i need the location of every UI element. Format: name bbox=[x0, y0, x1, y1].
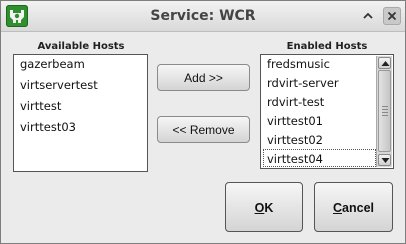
scroll-up-button[interactable] bbox=[378, 57, 391, 69]
chevron-up-icon bbox=[363, 12, 373, 19]
grip-line bbox=[382, 109, 388, 110]
window-title: Service: WCR bbox=[150, 8, 256, 24]
ok-button[interactable]: OK bbox=[225, 182, 303, 232]
grip-line bbox=[382, 115, 388, 116]
close-icon bbox=[387, 11, 397, 21]
list-item[interactable]: virtservertest bbox=[20, 76, 98, 94]
close-button[interactable] bbox=[383, 7, 401, 25]
grip-line bbox=[382, 106, 388, 107]
list-item-selected[interactable]: virttest04 bbox=[263, 149, 376, 167]
cancel-mnemonic: C bbox=[333, 201, 343, 215]
remove-button[interactable]: << Remove bbox=[157, 116, 250, 143]
available-hosts-list[interactable]: gazerbeam virtservertest virttest virtte… bbox=[13, 54, 148, 172]
title-bar[interactable]: Service: WCR bbox=[1, 1, 405, 32]
list-item[interactable]: rdvirt-server bbox=[267, 74, 339, 92]
cancel-label-rest: ancel bbox=[342, 201, 374, 215]
service-dialog: Service: WCR Available Hosts Enabled Hos… bbox=[0, 0, 406, 244]
enabled-hosts-label: Enabled Hosts bbox=[286, 41, 368, 52]
add-button[interactable]: Add >> bbox=[157, 64, 250, 91]
roll-up-button[interactable] bbox=[359, 7, 377, 25]
list-item[interactable]: fredsmusic bbox=[267, 55, 330, 73]
list-item[interactable]: virttest01 bbox=[267, 112, 323, 130]
list-item[interactable]: rdvirt-test bbox=[267, 93, 324, 111]
available-hosts-label: Available Hosts bbox=[37, 41, 125, 52]
scroll-down-button[interactable] bbox=[378, 154, 391, 166]
ok-mnemonic: O bbox=[254, 201, 265, 215]
list-item[interactable]: virttest02 bbox=[267, 131, 323, 149]
list-item[interactable]: virttest bbox=[20, 97, 61, 115]
list-item[interactable]: virttest03 bbox=[20, 118, 76, 136]
enabled-hosts-list[interactable]: fredsmusic rdvirt-server rdvirt-test vir… bbox=[260, 54, 394, 169]
grip-line bbox=[382, 112, 388, 113]
triangle-up-icon bbox=[381, 61, 390, 66]
enabled-hosts-scrollbar[interactable] bbox=[376, 56, 392, 167]
list-item[interactable]: gazerbeam bbox=[20, 55, 85, 73]
triangle-down-icon bbox=[381, 158, 390, 163]
cancel-button[interactable]: Cancel bbox=[314, 182, 393, 232]
ok-label-rest: K bbox=[264, 201, 274, 215]
scroll-thumb[interactable] bbox=[378, 70, 391, 152]
